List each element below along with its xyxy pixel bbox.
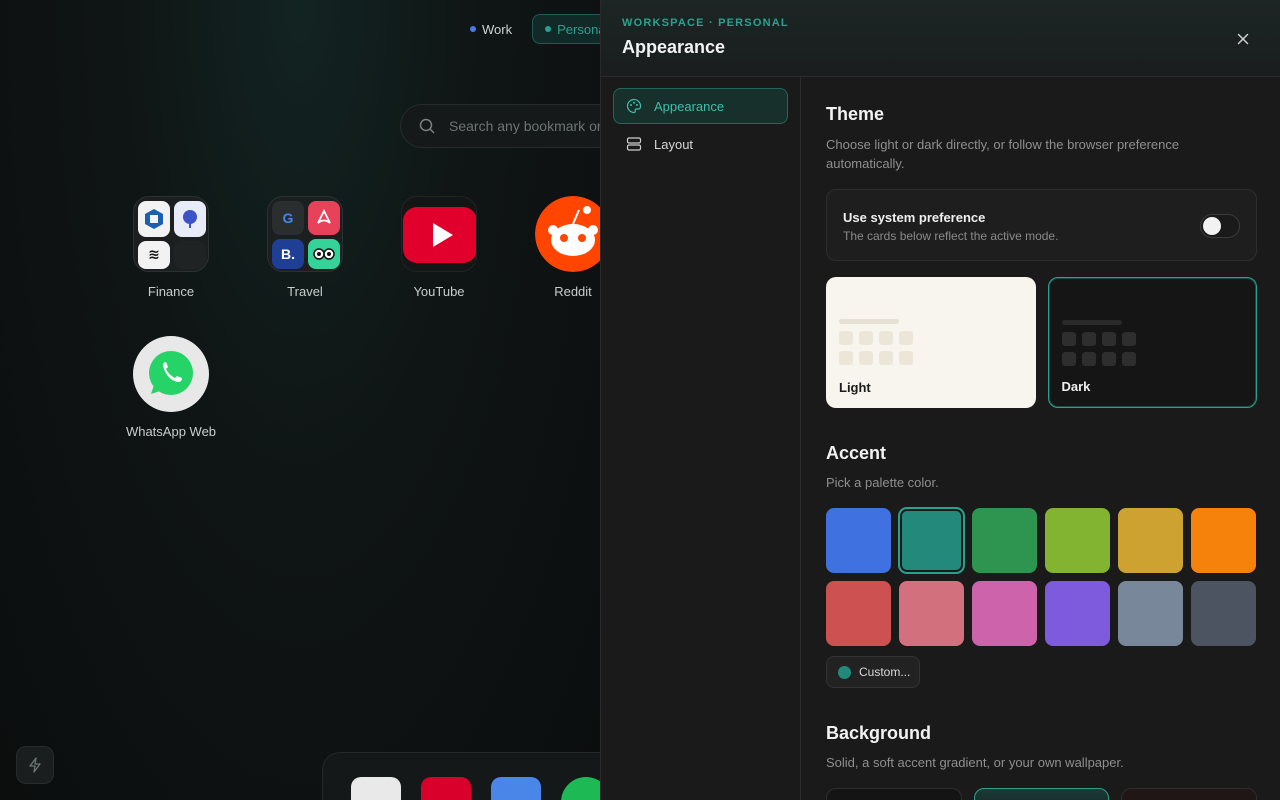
gmail-icon[interactable] bbox=[351, 777, 401, 800]
settings-nav: Appearance Layout bbox=[601, 77, 801, 800]
background-options bbox=[826, 788, 1258, 800]
theme-light-card[interactable]: Light bbox=[826, 277, 1036, 408]
nav-item-label: Layout bbox=[654, 136, 694, 152]
accent-swatch[interactable] bbox=[1118, 581, 1183, 646]
workspace-work[interactable]: Work bbox=[458, 14, 524, 44]
accent-swatch[interactable] bbox=[1118, 508, 1183, 573]
tile-youtube[interactable]: YouTube bbox=[384, 196, 494, 299]
workspace-label: Work bbox=[482, 21, 513, 37]
airbnb-icon bbox=[308, 201, 340, 235]
section-desc: Solid, a soft accent gradient, or your o… bbox=[826, 755, 1124, 770]
section-desc: Choose light or dark directly, or follow… bbox=[826, 137, 1180, 171]
tile-whatsapp[interactable]: WhatsApp Web bbox=[116, 336, 226, 439]
folder-icon: G B. bbox=[267, 196, 343, 272]
nav-item-layout[interactable]: Layout bbox=[613, 126, 788, 162]
tile-reddit[interactable]: Reddit bbox=[518, 196, 600, 299]
section-title: Accent bbox=[826, 443, 887, 463]
theme-options: Light Dark bbox=[826, 277, 1257, 408]
workspace-dot-icon bbox=[470, 26, 476, 32]
spotify-icon[interactable] bbox=[561, 777, 600, 800]
youtube-icon bbox=[401, 196, 477, 272]
nav-item-appearance[interactable]: Appearance bbox=[613, 88, 788, 124]
new-tab-page: Work Personal Search any bookmark or ≋ bbox=[0, 0, 600, 800]
panel-title: Appearance bbox=[622, 37, 726, 57]
empty-slot bbox=[174, 240, 206, 269]
panel-header: WORKSPACE · PERSONAL Appearance bbox=[601, 0, 1280, 77]
close-button[interactable] bbox=[1232, 28, 1254, 50]
accent-swatch[interactable] bbox=[1191, 508, 1256, 573]
dock bbox=[322, 752, 600, 800]
accent-swatch[interactable] bbox=[972, 508, 1037, 573]
accent-swatch[interactable] bbox=[826, 508, 891, 573]
accent-swatch[interactable] bbox=[972, 581, 1037, 646]
pref-title: Use system preference bbox=[843, 210, 986, 225]
accent-swatch[interactable] bbox=[1045, 508, 1110, 573]
accent-swatch[interactable] bbox=[826, 581, 891, 646]
bolt-icon bbox=[29, 757, 41, 773]
palette-icon bbox=[626, 98, 642, 114]
workspace-dot-icon bbox=[545, 26, 552, 32]
system-preference-toggle[interactable] bbox=[1200, 214, 1240, 238]
settings-content: Theme Choose light or dark directly, or … bbox=[802, 77, 1280, 800]
custom-color-button[interactable]: Custom... bbox=[826, 656, 920, 688]
tree-bank-icon bbox=[174, 201, 206, 237]
tile-finance[interactable]: ≋ Finance bbox=[116, 196, 226, 299]
theme-section: Theme Choose light or dark directly, or … bbox=[826, 104, 1257, 408]
section-desc: Pick a palette color. bbox=[826, 475, 939, 490]
chase-icon bbox=[138, 201, 170, 237]
tile-label: WhatsApp Web bbox=[125, 424, 217, 439]
background-solid-option[interactable] bbox=[826, 788, 962, 800]
search-icon bbox=[419, 118, 435, 134]
system-preference-card: Use system preference The cards below re… bbox=[826, 189, 1257, 261]
calendar-icon[interactable] bbox=[491, 777, 541, 800]
youtube-icon[interactable] bbox=[421, 777, 471, 800]
preview-grid bbox=[839, 331, 913, 365]
folder-icon: ≋ bbox=[133, 196, 209, 272]
accent-swatch[interactable] bbox=[899, 581, 964, 646]
accent-swatches bbox=[826, 508, 1257, 646]
pref-subtitle: The cards below reflect the active mode. bbox=[843, 229, 1059, 243]
custom-color-label: Custom... bbox=[859, 665, 911, 679]
nav-item-label: Appearance bbox=[654, 98, 725, 114]
tile-travel[interactable]: G B. Travel bbox=[250, 196, 360, 299]
booking-icon: B. bbox=[272, 239, 304, 269]
preview-bar bbox=[1061, 320, 1122, 325]
theme-name: Dark bbox=[1061, 379, 1091, 394]
quick-actions-button[interactable] bbox=[16, 746, 54, 784]
tripadvisor-icon bbox=[308, 239, 340, 269]
background-gradient-option[interactable] bbox=[973, 788, 1110, 800]
tile-label: Travel bbox=[287, 284, 323, 299]
panel-eyebrow: WORKSPACE · PERSONAL bbox=[622, 17, 789, 29]
tile-label: Finance bbox=[147, 284, 195, 299]
close-icon bbox=[1237, 33, 1249, 45]
background-wallpaper-option[interactable] bbox=[1121, 788, 1258, 800]
background-section: Background Solid, a soft accent gradient… bbox=[826, 723, 1258, 800]
wise-icon: ≋ bbox=[138, 240, 170, 269]
bookmark-search[interactable]: Search any bookmark or bbox=[400, 104, 600, 148]
settings-panel: WORKSPACE · PERSONAL Appearance Appearan… bbox=[600, 0, 1280, 800]
whatsapp-icon bbox=[133, 336, 209, 412]
accent-swatch[interactable] bbox=[1191, 581, 1256, 646]
theme-dark-card[interactable]: Dark bbox=[1047, 277, 1257, 408]
workspace-switcher: Work Personal bbox=[458, 14, 600, 44]
reddit-icon bbox=[535, 196, 600, 272]
workspace-label: Personal bbox=[557, 21, 600, 37]
workspace-personal[interactable]: Personal bbox=[532, 14, 600, 44]
section-title: Background bbox=[826, 723, 932, 743]
accent-section: Accent Pick a palette color. Custom... bbox=[826, 443, 1257, 688]
accent-swatch[interactable] bbox=[899, 508, 964, 573]
tile-label: YouTube bbox=[413, 284, 465, 299]
section-title: Theme bbox=[826, 104, 885, 124]
preview-bar bbox=[839, 319, 899, 324]
google-travel-icon: G bbox=[272, 201, 304, 235]
accent-swatch[interactable] bbox=[1045, 581, 1110, 646]
custom-color-dot-icon bbox=[838, 665, 851, 679]
preview-grid bbox=[1061, 332, 1136, 366]
search-placeholder: Search any bookmark or bbox=[449, 118, 600, 134]
theme-name: Light bbox=[839, 380, 871, 395]
layout-icon bbox=[626, 137, 642, 151]
tile-label: Reddit bbox=[554, 284, 592, 299]
